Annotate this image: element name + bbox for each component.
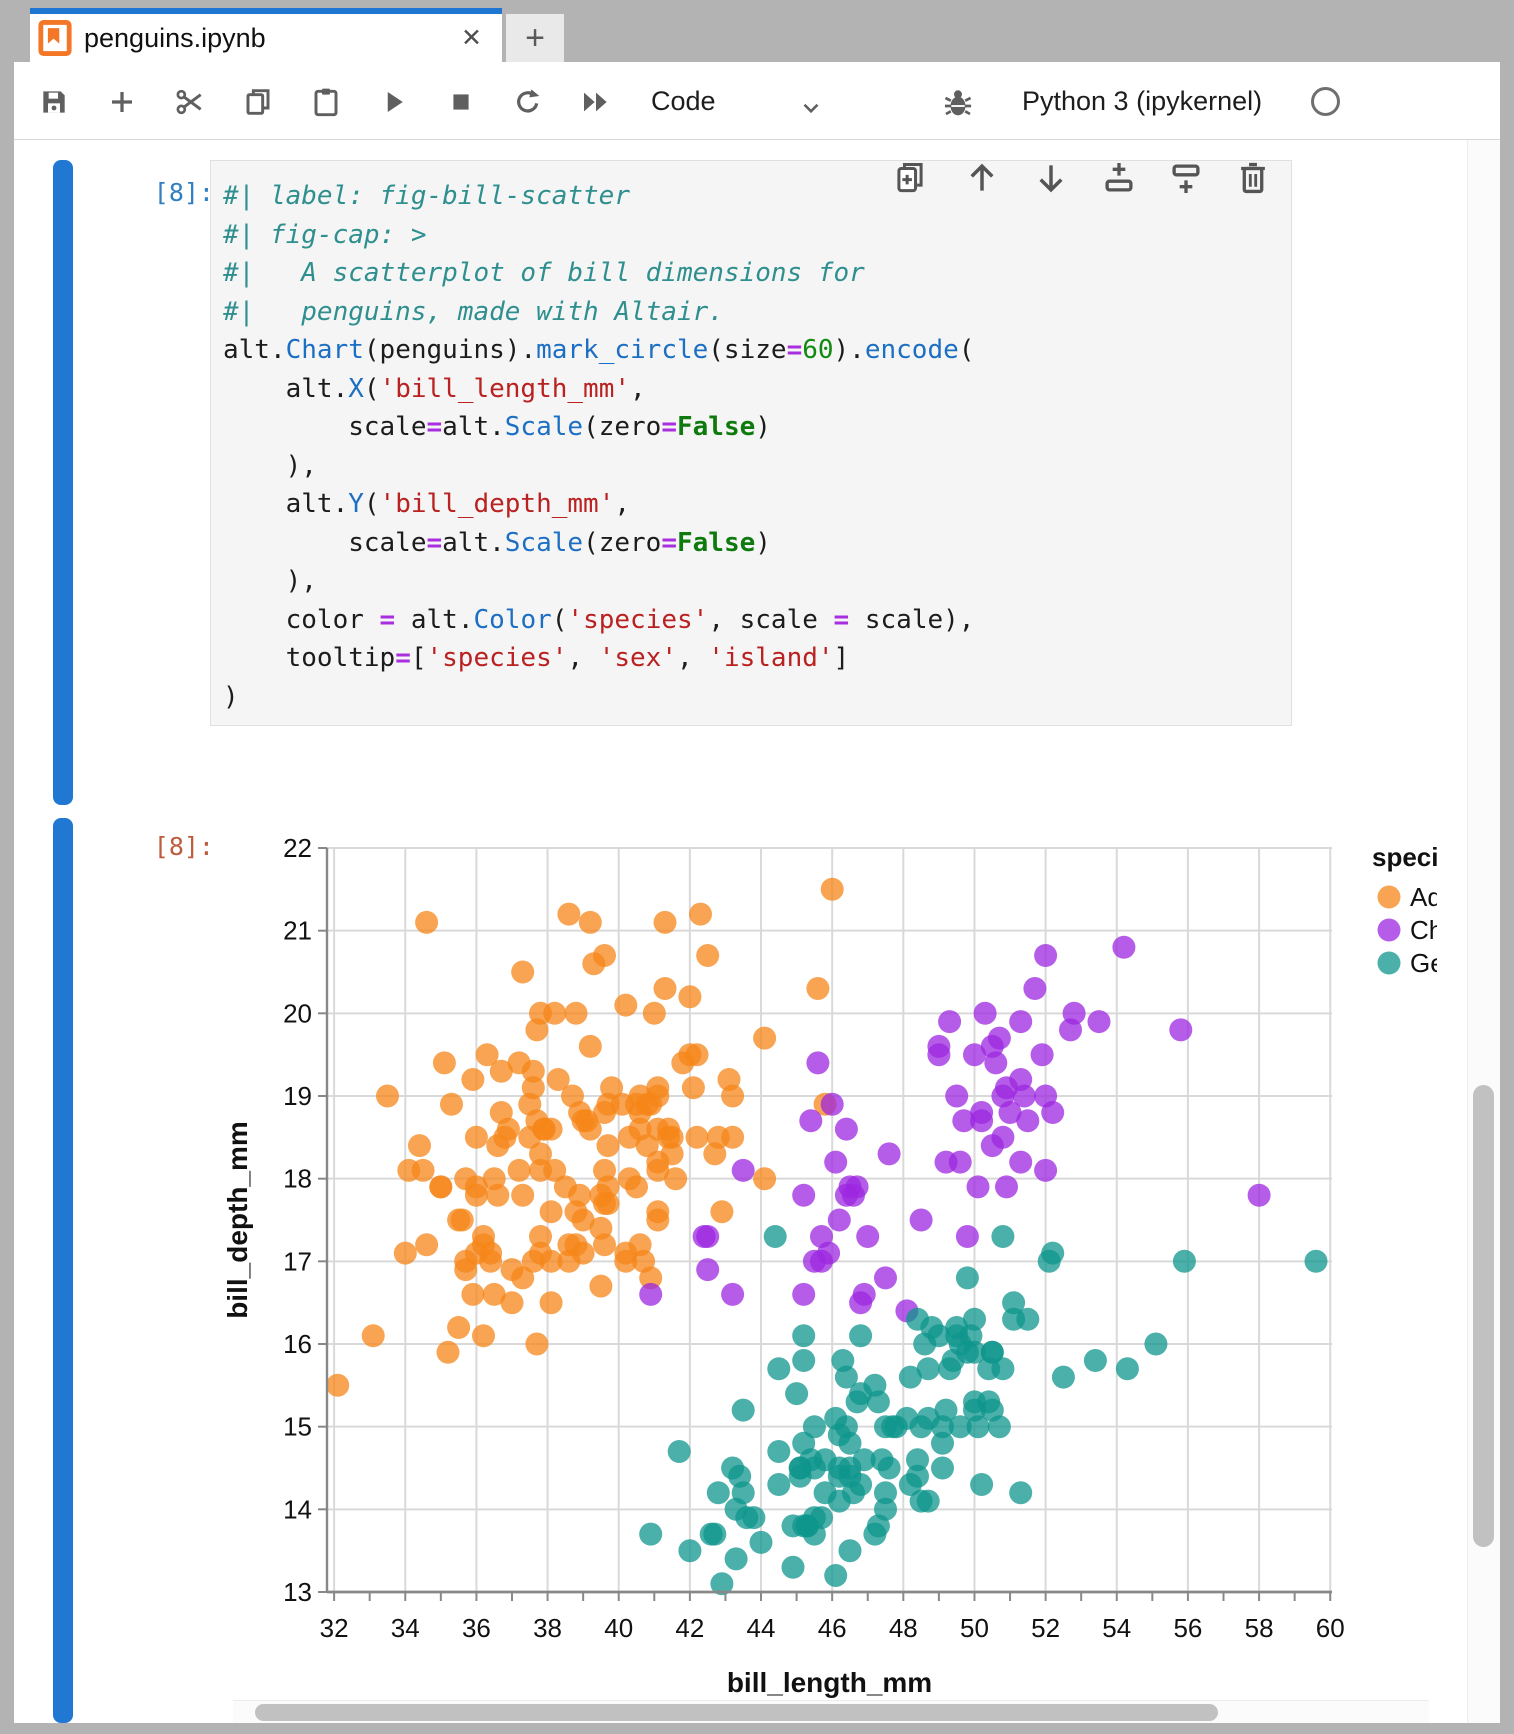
interrupt-kernel-button[interactable]	[443, 84, 479, 120]
tab-close-icon[interactable]: ✕	[461, 23, 482, 53]
notebook-file-icon	[38, 19, 72, 57]
code-editor[interactable]: #| label: fig-bill-scatter#| fig-cap: >#…	[210, 160, 1292, 726]
svg-text:40: 40	[604, 1613, 633, 1643]
paste-cells-button[interactable]	[308, 84, 344, 120]
restart-run-all-button[interactable]	[578, 84, 614, 120]
paste-icon	[310, 86, 342, 118]
svg-text:17: 17	[283, 1246, 312, 1276]
notebook-toolbar	[14, 62, 1500, 140]
debugger-button[interactable]	[940, 84, 976, 120]
svg-text:16: 16	[283, 1329, 312, 1359]
svg-text:20: 20	[283, 998, 312, 1028]
vertical-scrollbar-thumb[interactable]	[1473, 1085, 1494, 1547]
move-cell-up-button[interactable]	[960, 156, 1004, 200]
scissors-icon	[174, 86, 206, 118]
input-prompt: [8]:	[60, 178, 214, 207]
svg-text:42: 42	[675, 1613, 704, 1643]
insert-above-icon	[1100, 159, 1138, 197]
trash-icon	[1234, 159, 1272, 197]
svg-text:13: 13	[283, 1577, 312, 1607]
svg-text:32: 32	[320, 1613, 349, 1643]
svg-text:Gentoo: Gentoo	[1410, 948, 1437, 978]
chevron-down-icon	[798, 95, 824, 121]
svg-text:species: species	[1372, 842, 1437, 872]
stop-icon	[447, 88, 475, 116]
run-cell-button[interactable]	[376, 84, 412, 120]
svg-text:19: 19	[283, 1081, 312, 1111]
kernel-name[interactable]: Python 3 (ipykernel)	[1022, 86, 1262, 117]
svg-text:38: 38	[533, 1613, 562, 1643]
copy-icon	[242, 86, 274, 118]
plus-icon	[107, 87, 137, 117]
cell-type-dropdown-caret[interactable]	[793, 90, 829, 126]
output-collapser[interactable]	[53, 818, 73, 1723]
new-tab-button[interactable]: +	[506, 14, 564, 62]
svg-text:15: 15	[283, 1412, 312, 1442]
output-area: 32 34 36 38 40 42 44 46 48 50 52 54 56 58 60 13 14 15 16 17…	[225, 745, 1451, 1703]
svg-text:44: 44	[747, 1613, 776, 1643]
tab-title: penguins.ipynb	[84, 23, 266, 54]
svg-text:46: 46	[818, 1613, 847, 1643]
save-icon	[38, 86, 70, 118]
svg-text:60: 60	[1316, 1613, 1345, 1643]
tab-penguins-notebook[interactable]: penguins.ipynb ✕	[30, 8, 502, 62]
bug-icon	[942, 86, 974, 118]
insert-cell-above-button[interactable]	[1097, 156, 1141, 200]
svg-text:48: 48	[889, 1613, 918, 1643]
svg-text:52: 52	[1031, 1613, 1060, 1643]
svg-text:21: 21	[283, 916, 312, 946]
svg-text:14: 14	[283, 1494, 312, 1524]
code-content: #| label: fig-bill-scatter#| fig-cap: >#…	[223, 177, 974, 716]
cut-cells-button[interactable]	[172, 84, 208, 120]
svg-text:36: 36	[462, 1613, 491, 1643]
svg-text:58: 58	[1245, 1613, 1274, 1643]
scatter-points-gentoo	[639, 1225, 1327, 1595]
restart-kernel-button[interactable]	[510, 84, 546, 120]
arrow-up-icon	[963, 159, 1001, 197]
svg-text:Adelie: Adelie	[1410, 882, 1437, 912]
move-cell-down-button[interactable]	[1029, 156, 1073, 200]
output-chart: 32 34 36 38 40 42 44 46 48 50 52 54 56 58 60 13 14 15 16 17…	[225, 745, 1437, 1703]
restart-icon	[512, 86, 544, 118]
delete-cell-button[interactable]	[1231, 156, 1275, 200]
duplicate-cell-button[interactable]	[888, 156, 932, 200]
arrow-down-icon	[1032, 159, 1070, 197]
horizontal-scrollbar-thumb[interactable]	[255, 1704, 1218, 1721]
svg-text:bill_depth_mm: bill_depth_mm	[225, 1121, 253, 1319]
output-prompt: [8]:	[60, 832, 214, 861]
run-icon	[379, 87, 409, 117]
svg-text:54: 54	[1102, 1613, 1131, 1643]
scatter-points-adelie	[326, 878, 844, 1397]
tab-bar: penguins.ipynb ✕ +	[14, 8, 1500, 62]
copy-cells-button[interactable]	[240, 84, 276, 120]
save-button[interactable]	[36, 84, 72, 120]
svg-text:18: 18	[283, 1164, 312, 1194]
svg-text:bill_length_mm: bill_length_mm	[727, 1667, 932, 1698]
svg-text:34: 34	[391, 1613, 420, 1643]
svg-text:Chinstrap: Chinstrap	[1410, 915, 1437, 945]
insert-below-icon	[1167, 159, 1205, 197]
insert-cell-button[interactable]	[104, 84, 140, 120]
cell-type-dropdown[interactable]: Code	[651, 86, 716, 117]
svg-text:56: 56	[1173, 1613, 1202, 1643]
svg-text:22: 22	[283, 833, 312, 863]
duplicate-cell-icon	[891, 159, 929, 197]
input-collapser[interactable]	[53, 160, 73, 805]
kernel-status-icon[interactable]	[1311, 87, 1340, 116]
fast-forward-icon	[580, 86, 612, 118]
svg-text:50: 50	[960, 1613, 989, 1643]
insert-cell-below-button[interactable]	[1164, 156, 1208, 200]
notebook-scroll-area: [8]: #| label: fig-bill-scatter#| fig-ca…	[14, 140, 1467, 1723]
